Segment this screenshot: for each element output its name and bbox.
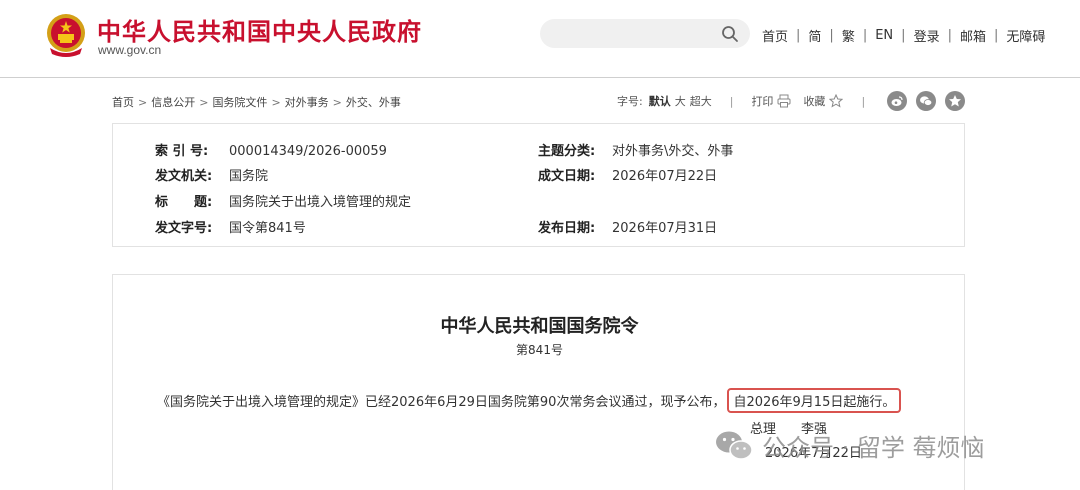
breadcrumb-item-state-council-docs[interactable]: 国务院文件 <box>212 96 267 109</box>
meta-issuer: 发文机关: 国务院 <box>155 165 268 184</box>
nav-separator: | <box>947 28 952 43</box>
breadcrumb-arrow: > <box>138 96 148 109</box>
meta-title: 标 题: 国务院关于出境入境管理的规定 <box>155 191 411 210</box>
print-label[interactable]: 打印 <box>751 93 773 109</box>
wechat-logo-icon <box>716 431 753 460</box>
meta-index-label: 索 引 号: <box>155 144 209 159</box>
breadcrumb-item-home[interactable]: 首页 <box>112 96 134 109</box>
article-tools: 字号: 默认 大 超大 | 打印 收藏 | <box>617 93 883 109</box>
meta-category-label: 主题分类: <box>538 144 596 159</box>
nav-english-link[interactable]: EN <box>875 28 893 43</box>
breadcrumb-arrow: > <box>271 96 281 109</box>
meta-index-value: 000014349/2026-00059 <box>229 144 387 159</box>
breadcrumb-arrow: > <box>332 96 342 109</box>
document-title: 中华人民共和国国务院令 <box>440 316 639 337</box>
site-title[interactable]: 中华人民共和国中央人民政府 <box>97 12 422 47</box>
meta-index: 索 引 号: 000014349/2026-00059 <box>155 140 387 159</box>
tools-divider: | <box>729 94 734 108</box>
nav-home-link[interactable]: 首页 <box>762 26 788 45</box>
breadcrumb-item-info[interactable]: 信息公开 <box>151 96 195 109</box>
breadcrumb-item-foreign-affairs[interactable]: 对外事务 <box>285 96 329 109</box>
favorite-label[interactable]: 收藏 <box>803 93 825 109</box>
meta-written-date: 成文日期: 2026年07月22日 <box>538 165 717 184</box>
national-emblem-icon[interactable] <box>44 12 88 58</box>
meta-title-value: 国务院关于出境入境管理的规定 <box>229 195 412 210</box>
qzone-share-icon[interactable] <box>945 91 965 111</box>
meta-doc-number-value: 国令第841号 <box>229 221 306 236</box>
document-body: 《国务院关于出境入境管理的规定》已经2026年6月29日国务院第90次常务会议通… <box>157 388 902 413</box>
wechat-share-icon[interactable] <box>916 91 936 111</box>
nav-separator: | <box>829 28 834 43</box>
meta-issuer-value: 国务院 <box>229 169 269 184</box>
document-number: 第841号 <box>516 343 563 357</box>
meta-category-value: 对外事务\外交、外事 <box>612 144 734 159</box>
wechat-watermark: 公众号 · 留学 莓烦恼 <box>714 428 985 463</box>
font-size-default-option[interactable]: 默认 <box>649 93 671 109</box>
search-box[interactable] <box>540 19 750 48</box>
search-input[interactable] <box>552 23 717 44</box>
site-url[interactable]: www.gov.cn <box>98 43 161 57</box>
nav-accessibility-link[interactable]: 无障碍 <box>1006 26 1045 45</box>
meta-issuer-label: 发文机关: <box>155 169 213 184</box>
nav-mail-link[interactable]: 邮箱 <box>960 26 986 45</box>
breadcrumb-arrow: > <box>199 96 209 109</box>
watermark-text: 公众号 · 留学 莓烦恼 <box>762 434 985 462</box>
breadcrumb: 首页 > 信息公开 > 国务院文件 > 对外事务 > 外交、外事 <box>112 94 401 110</box>
weibo-share-icon[interactable] <box>887 91 907 111</box>
search-icon[interactable] <box>721 25 739 43</box>
meta-written-date-value: 2026年07月22日 <box>612 169 718 184</box>
nav-separator: | <box>862 28 868 43</box>
meta-publish-date: 发布日期: 2026年07月31日 <box>538 217 717 236</box>
tools-divider: | <box>861 94 866 108</box>
meta-publish-date-label: 发布日期: <box>538 221 596 236</box>
nav-traditional-link[interactable]: 繁 <box>842 26 855 45</box>
effective-date-highlight: 自2026年9月15日起施行。 <box>727 388 902 413</box>
site-header: 中华人民共和国中央人民政府 www.gov.cn 首页 | 简 | 繁 | EN… <box>0 0 1080 78</box>
font-size-large-option[interactable]: 大 <box>675 93 686 109</box>
meta-publish-date-value: 2026年07月31日 <box>612 221 718 236</box>
nav-separator: | <box>796 28 801 43</box>
document-metadata: 索 引 号: 000014349/2026-00059 主题分类: 对外事务\外交、… <box>112 123 965 247</box>
meta-doc-number: 发文字号: 国令第841号 <box>155 217 306 236</box>
meta-doc-number-label: 发文字号: <box>155 221 213 236</box>
nav-separator: | <box>901 28 906 43</box>
nav-simplified-link[interactable]: 简 <box>808 26 821 45</box>
breadcrumb-item-diplomacy[interactable]: 外交、外事 <box>346 96 401 109</box>
printer-icon[interactable] <box>777 94 791 108</box>
meta-written-date-label: 成文日期: <box>538 169 596 184</box>
star-icon[interactable] <box>829 94 844 108</box>
meta-title-label: 标 题: <box>155 195 213 210</box>
nav-login-link[interactable]: 登录 <box>914 26 940 45</box>
meta-category: 主题分类: 对外事务\外交、外事 <box>538 140 733 159</box>
font-size-label: 字号: <box>617 95 643 108</box>
top-nav: 首页 | 简 | 繁 | EN | 登录 | 邮箱 | 无障碍 <box>762 26 1045 45</box>
document-body-text: 《国务院关于出境入境管理的规定》已经2026年6月29日国务院第90次常务会议通… <box>157 395 726 410</box>
font-size-xlarge-option[interactable]: 超大 <box>690 93 712 109</box>
nav-separator: | <box>993 28 999 43</box>
